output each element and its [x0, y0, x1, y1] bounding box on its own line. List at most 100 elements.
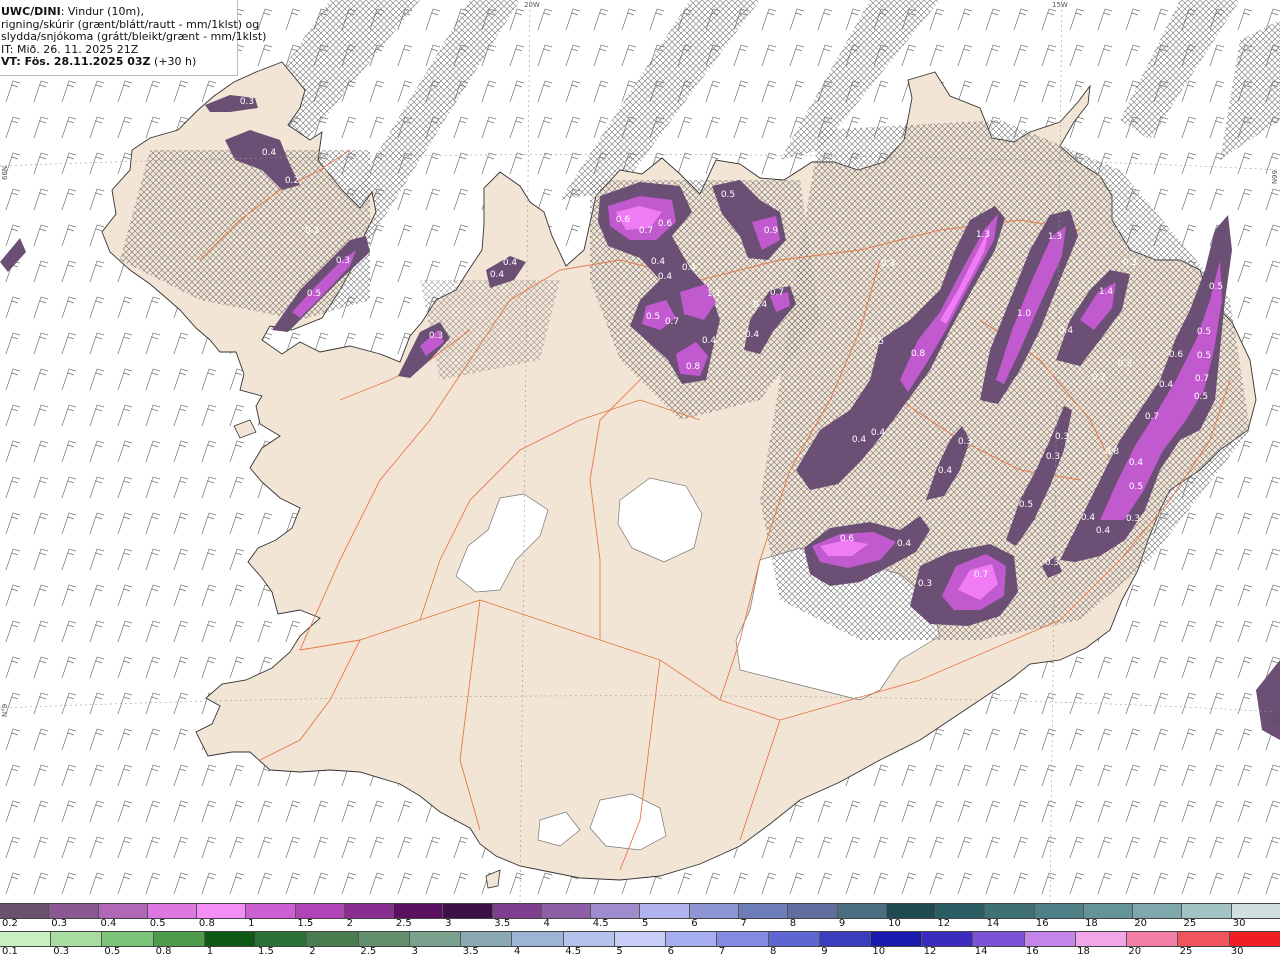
snow-legend-tick: 1: [248, 918, 255, 929]
precip-value-label: 0.5: [1194, 392, 1208, 402]
precip-value-label: 0.6: [1169, 350, 1184, 360]
precip-value-label: 0.7: [639, 226, 653, 236]
snow-legend-tick: 14: [986, 918, 1000, 929]
precip-value-label: 0.4: [490, 270, 505, 280]
rain-legend-swatch: [358, 932, 410, 946]
snow-legend-swatch: [0, 904, 50, 918]
precip-value-label: 0.3: [1055, 432, 1069, 442]
map-info-box: UWC/DINI: Vindur (10m), rigning/skúrir (…: [0, 0, 267, 76]
snow-legend-swatch: [985, 904, 1035, 918]
rain-legend-tick: 4: [514, 946, 521, 957]
precip-value-label: 0.4: [1159, 380, 1174, 390]
rain-legend-tick: 2: [309, 946, 316, 957]
snow-legend-swatch: [541, 904, 592, 918]
rain-legend-swatch: [461, 932, 513, 946]
snow-legend-swatch: [738, 904, 789, 918]
model-name: UWC/DINI: [1, 5, 61, 18]
snow-legend-swatch: [344, 904, 395, 918]
grid-label-left-2: N°9: [1, 704, 9, 717]
precip-value-label: 0.4: [702, 336, 717, 346]
rain-legend-tick: 16: [1026, 946, 1039, 957]
precip-value-label: 1.0: [1017, 309, 1032, 319]
precip-value-label: 0.7: [974, 570, 988, 580]
precip-value-label: 0.5: [1197, 351, 1211, 361]
snow-legend-swatch: [1182, 904, 1232, 918]
snow-legend-tick: 20: [1134, 918, 1148, 929]
precip-value-label: 0.9: [764, 226, 779, 236]
rain-legend-swatch: [922, 932, 974, 946]
rain-legend-tick: 30: [1230, 946, 1244, 957]
snow-legend-ticks: 0.2 0.3 0.4 0.5 0.8 1 1.5 2 2.5 3 3.5 4 4.5 5 6 7 8 9 10 12…: [0, 918, 1280, 931]
precip-value-label: 0.4: [651, 257, 666, 267]
snow-legend-swatch: [1083, 904, 1134, 918]
snow-legend-tick: 0.3: [51, 918, 68, 929]
rain-legend-tick: 3: [411, 946, 418, 957]
snow-legend-swatch: [591, 904, 641, 918]
precip-value-label: 0.3: [1045, 558, 1059, 568]
precip-value-label: 0.4: [503, 258, 518, 268]
precip-value-label: 0.3: [1118, 359, 1132, 369]
snow-legend-swatch: [837, 904, 887, 918]
grid-label-top-1: 20W: [524, 1, 540, 9]
rain-legend-swatch: [0, 932, 52, 946]
rain-legend-swatch: [153, 932, 205, 946]
snow-legend-tick: 7: [740, 918, 747, 929]
rain-legend-swatch: [256, 932, 308, 946]
snow-legend-swatch: [147, 904, 198, 918]
precip-value-label: 1.1: [707, 289, 721, 299]
rain-legend-swatch: [870, 932, 923, 946]
precip-value-label: 0.5: [307, 289, 321, 299]
precip-value-label: 0.4: [658, 272, 673, 282]
snow-legend-swatch: [98, 904, 148, 918]
rain-legend-tick: 8: [770, 946, 777, 957]
snow-legend-tick: 2: [346, 918, 353, 929]
precip-value-label: 0.3: [240, 97, 254, 107]
precip-value-label: 1.3: [1048, 232, 1062, 242]
rain-legend-ticks: 0.1 0.3 0.5 0.8 1 1.5 2 2.5 3 3.5 4 4.5 5 6 7 8 9 10 12 14 1…: [0, 946, 1280, 959]
snow-legend-tick: 2.5: [395, 918, 412, 929]
rain-legend-swatch: [614, 932, 667, 946]
forecast-offset: (+30 h): [150, 55, 197, 69]
snow-legend-swatch: [886, 904, 937, 918]
snow-legend-tick: 0.8: [198, 918, 215, 929]
grid-label-right-2: N°9: [1270, 710, 1278, 723]
precip-value-label: 0.3: [336, 256, 350, 266]
precip-value-label: 0.3: [1046, 452, 1060, 462]
header-line-3: slydda/snjókoma (grátt/bleikt/grænt - mm…: [1, 30, 267, 44]
precip-value-label: 0.5: [1197, 327, 1211, 337]
rain-legend-tick: 20: [1128, 946, 1142, 957]
rain-legend-swatch: [51, 932, 103, 946]
rain-legend-tick: 3.5: [462, 946, 479, 957]
precip-value-label: 0.7: [1195, 374, 1209, 384]
rain-legend-swatch: [512, 932, 564, 946]
grid-label-top-2: 15W: [1052, 1, 1068, 9]
snow-legend-swatch: [689, 904, 739, 918]
precip-value-label: 0.4: [871, 428, 886, 438]
precip-value-label: 0.2: [285, 176, 299, 186]
snow-legend-tick: 10: [888, 918, 901, 929]
rain-legend-tick: 0.5: [104, 946, 121, 957]
precip-value-label: 1.3: [976, 230, 990, 240]
snow-legend-tick: 1.5: [297, 918, 314, 929]
snow-legend-swatch: [394, 904, 444, 918]
snow-legend-tick: 12: [937, 918, 951, 929]
rain-legend-tick: 14: [974, 946, 988, 957]
snow-legend-tick: 3.5: [494, 918, 511, 929]
snow-legend-swatch: [936, 904, 986, 918]
precip-value-label: 0.2: [1092, 373, 1106, 383]
rain-legend-tick: 18: [1077, 946, 1090, 957]
rain-legend-tick: 4.5: [565, 946, 582, 957]
precip-value-label: 0.3: [1126, 514, 1140, 524]
rain-legend-swatch: [666, 932, 718, 946]
snow-legend-tick: 4: [543, 918, 550, 929]
snow-legend-tick: 4.5: [592, 918, 609, 929]
precip-value-label: 0.4: [897, 539, 912, 549]
precip-value-label: 0.5: [646, 312, 660, 322]
rain-legend-swatch: [563, 932, 615, 946]
rain-legend-tick: 7: [718, 946, 726, 957]
rain-legend-swatch: [1024, 932, 1076, 946]
snow-legend-tick: 0.2: [2, 918, 18, 929]
rain-color-legend: [0, 931, 1280, 947]
rain-legend-tick: 12: [923, 946, 937, 957]
snow-legend-swatch: [1133, 904, 1183, 918]
